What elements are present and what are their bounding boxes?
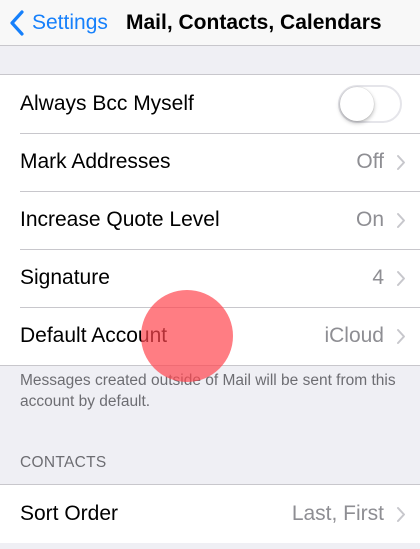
- chevron-right-icon: [397, 212, 405, 228]
- mark-addresses-label: Mark Addresses: [20, 150, 171, 173]
- always-bcc-myself-row: Always Bcc Myself: [0, 75, 420, 133]
- default-account-footer-note: Messages created outside of Mail will be…: [20, 372, 396, 410]
- signature-value: 4: [372, 266, 384, 289]
- sort-order-value: Last, First: [291, 502, 384, 525]
- toggle-knob: [340, 87, 374, 121]
- default-account-value: iCloud: [324, 324, 384, 347]
- page-title: Mail, Contacts, Calendars: [126, 11, 382, 34]
- navigation-bar: Settings Mail, Contacts, Calendars: [0, 0, 420, 46]
- settings-screen: Settings Mail, Contacts, Calendars Alway…: [0, 0, 420, 549]
- contacts-settings-group: Sort Order Last, First: [0, 484, 420, 543]
- signature-label: Signature: [20, 266, 110, 289]
- mark-addresses-value: Off: [356, 150, 384, 173]
- chevron-right-icon: [397, 154, 405, 170]
- chevron-right-icon: [397, 506, 405, 522]
- default-account-label: Default Account: [20, 324, 168, 347]
- default-account-row[interactable]: Default Account iCloud: [0, 307, 420, 365]
- increase-quote-level-label: Increase Quote Level: [20, 208, 220, 231]
- contacts-section-header: CONTACTS: [20, 454, 107, 471]
- always-bcc-myself-label: Always Bcc Myself: [20, 92, 194, 115]
- sort-order-row[interactable]: Sort Order Last, First: [0, 485, 420, 543]
- chevron-left-icon: [10, 10, 24, 36]
- increase-quote-level-value: On: [355, 208, 384, 231]
- chevron-right-icon: [397, 328, 405, 344]
- always-bcc-myself-toggle[interactable]: [338, 85, 402, 123]
- back-button[interactable]: Settings: [8, 0, 108, 46]
- signature-row[interactable]: Signature 4: [0, 249, 420, 307]
- sort-order-label: Sort Order: [20, 502, 119, 525]
- mail-settings-group: Always Bcc Myself Mark Addresses Off Inc…: [0, 74, 420, 366]
- mark-addresses-row[interactable]: Mark Addresses Off: [0, 133, 420, 191]
- back-button-label: Settings: [32, 11, 108, 34]
- chevron-right-icon: [397, 270, 405, 286]
- increase-quote-level-row[interactable]: Increase Quote Level On: [0, 191, 420, 249]
